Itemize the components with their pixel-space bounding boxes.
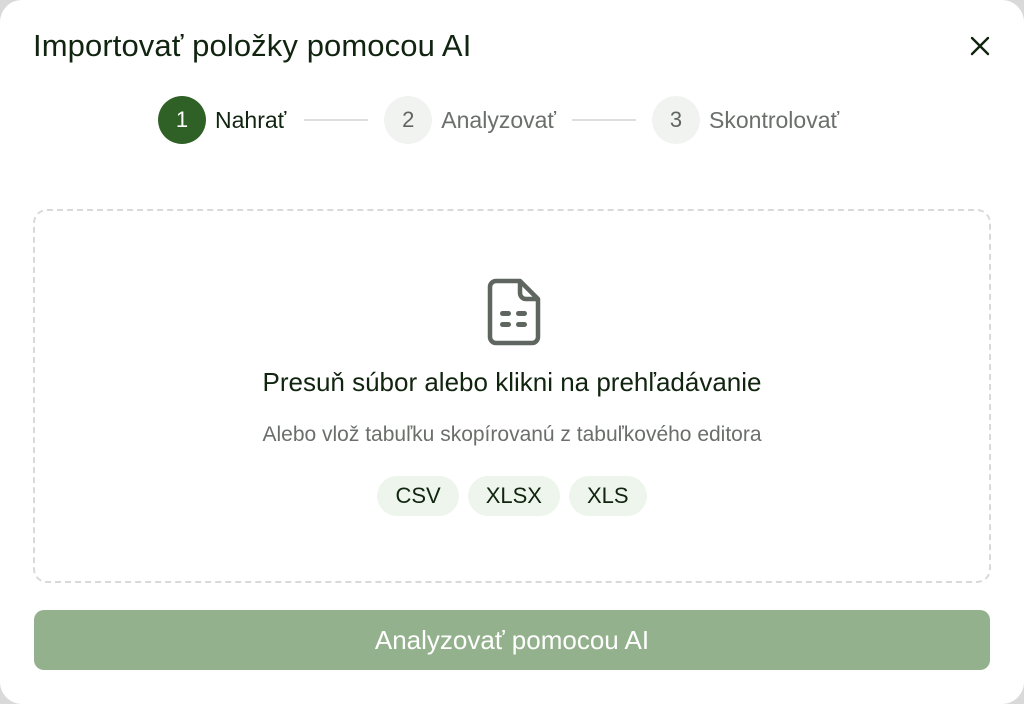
spreadsheet-file-icon bbox=[487, 278, 541, 346]
analyze-with-ai-button[interactable]: Analyzovať pomocou AI bbox=[34, 610, 990, 670]
step-number: 1 bbox=[158, 96, 206, 144]
stepper: 1 Nahrať 2 Analyzovať 3 Skontrolovať bbox=[158, 96, 839, 144]
step-number: 3 bbox=[652, 96, 701, 144]
step-upload: 1 Nahrať bbox=[158, 96, 286, 144]
format-chip-xls: XLS bbox=[568, 476, 647, 516]
format-chip-xlsx: XLSX bbox=[467, 476, 560, 516]
step-label: Analyzovať bbox=[441, 106, 557, 133]
step-number: 2 bbox=[384, 96, 433, 144]
step-label: Nahrať bbox=[215, 106, 287, 133]
dialog-title: Importovať položky pomocou AI bbox=[33, 28, 472, 63]
step-analyze: 2 Analyzovať bbox=[384, 96, 556, 144]
step-connector bbox=[304, 119, 369, 121]
step-review: 3 Skontrolovať bbox=[652, 96, 839, 144]
step-label: Skontrolovať bbox=[709, 106, 840, 133]
format-chips: CSV XLSX XLS bbox=[0, 476, 1024, 516]
close-icon bbox=[970, 36, 990, 56]
dropzone-title: Presuň súbor alebo klikni na prehľadávan… bbox=[262, 367, 762, 397]
format-chip-csv: CSV bbox=[377, 476, 459, 516]
close-button[interactable] bbox=[962, 28, 998, 64]
step-connector bbox=[572, 119, 637, 121]
dropzone-subtitle: Alebo vlož tabuľku skopírovanú z tabuľko… bbox=[262, 423, 762, 446]
import-dialog: Importovať položky pomocou AI 1 Nahrať 2… bbox=[0, 0, 1024, 704]
